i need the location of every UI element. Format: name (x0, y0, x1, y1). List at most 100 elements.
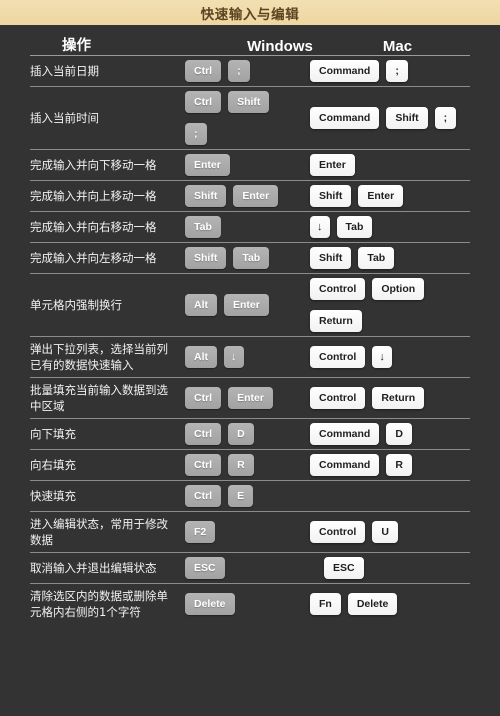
mac-shortcut-cell: Control ↓ (310, 346, 470, 368)
keycap: Control (310, 346, 366, 368)
table-row: 向右填充 Ctrl R Command R (30, 449, 470, 480)
keycap: Enter (224, 294, 269, 316)
windows-shortcut-cell: Alt ↓ (185, 346, 310, 368)
table-row: 插入当前日期 Ctrl; Command; (30, 55, 470, 86)
keycap: Ctrl (185, 387, 222, 409)
keycap: Shift (185, 185, 227, 207)
keycap: Enter (185, 154, 230, 176)
keycap: Ctrl (185, 91, 222, 113)
table-row: 完成输入并向上移动一格 Shift Enter Shift Enter (30, 180, 470, 211)
windows-shortcut-cell: Ctrl Shift; (185, 91, 310, 145)
keycap: Shift (228, 91, 270, 113)
keycap: Shift (386, 107, 428, 129)
table-row: 完成输入并向右移动一格 Tab ↓ Tab (30, 211, 470, 242)
keycap: Enter (233, 185, 279, 207)
keycap: D (228, 423, 254, 445)
windows-shortcut-cell: Enter (185, 154, 310, 176)
windows-shortcut-cell: Shift Tab (185, 247, 310, 269)
mac-shortcut-cell: Shift Enter (310, 185, 470, 207)
page-title: 快速输入与编辑 (200, 6, 300, 23)
table-column-headers: 操作 Windows Mac (0, 25, 500, 55)
keycap: Shift (185, 247, 227, 269)
windows-shortcut-cell: Alt Enter (185, 294, 310, 316)
operation-label: 完成输入并向上移动一格 (30, 189, 157, 203)
mac-shortcut-cell: Control Option Return (310, 278, 470, 332)
shortcut-table: 操作 Windows Mac 插入当前日期 Ctrl; Command; 插入当前时间… (0, 25, 500, 716)
keycap: R (228, 454, 254, 476)
mac-shortcut-cell: Command; (310, 60, 470, 82)
table-row: 向下填充 Ctrl D Command D (30, 418, 470, 449)
operation-label: 插入当前时间 (30, 111, 99, 125)
mac-shortcut-cell: Enter (310, 154, 470, 176)
windows-shortcut-cell: Shift Enter (185, 185, 310, 207)
keycap: ESC (324, 557, 364, 579)
mac-shortcut-cell: Fn Delete (310, 593, 470, 615)
arrow-down-icon: ↓ (372, 346, 392, 368)
mac-shortcut-cell: Command R (310, 454, 470, 476)
windows-shortcut-cell: Delete (185, 593, 310, 615)
keycap: F2 (185, 521, 216, 543)
table-row: 完成输入并向下移动一格 Enter Enter (30, 149, 470, 180)
shortcut-cheatsheet-page: 快速输入与编辑 操作 Windows Mac 插入当前日期 Ctrl; Comman… (0, 0, 500, 716)
keycap: Alt (185, 346, 217, 368)
table-row: 批量填充当前输入数据到选中区域 Ctrl Enter Control Return (30, 377, 470, 418)
keycap: Tab (336, 216, 373, 238)
windows-shortcut-cell: Ctrl Enter (185, 387, 310, 409)
keycap: Tab (233, 247, 270, 269)
table-body: 插入当前日期 Ctrl; Command; 插入当前时间 Ctrl Shift; Comma… (0, 55, 500, 716)
keycap: Ctrl (185, 423, 222, 445)
keycap: Command (310, 107, 380, 129)
keycap: D (386, 423, 412, 445)
arrow-down-icon: ↓ (310, 216, 330, 238)
operation-label: 插入当前日期 (30, 64, 99, 78)
arrow-down-icon: ↓ (224, 346, 244, 368)
windows-shortcut-cell: Ctrl E (185, 485, 310, 507)
table-row: 完成输入并向左移动一格 Shift Tab Shift Tab (30, 242, 470, 273)
keycap: Ctrl (185, 454, 222, 476)
keycap: Return (310, 310, 362, 332)
table-row: 单元格内强制换行 Alt Enter Control Option Return (30, 273, 470, 336)
keycap: ESC (185, 557, 225, 579)
keycap: Enter (310, 154, 355, 176)
keycap: ; (228, 60, 250, 82)
operation-label: 完成输入并向下移动一格 (30, 158, 157, 172)
windows-shortcut-cell: Ctrl D (185, 423, 310, 445)
column-header-windows: Windows (247, 38, 313, 55)
keycap: Delete (185, 593, 235, 615)
keycap: Control (310, 387, 366, 409)
keycap: Command (310, 423, 380, 445)
windows-shortcut-cell: ESC (185, 557, 310, 579)
operation-label: 取消输入并退出编辑状态 (30, 561, 157, 575)
keycap: Tab (185, 216, 221, 238)
keycap: R (386, 454, 412, 476)
operation-label: 快速填充 (30, 489, 76, 503)
table-row: 插入当前时间 Ctrl Shift; Command Shift; (30, 86, 470, 149)
mac-shortcut-cell: Control Return (310, 387, 470, 409)
keycap: Control (310, 521, 366, 543)
column-header-mac: Mac (382, 38, 413, 55)
mac-shortcut-cell: Command Shift; (310, 107, 470, 129)
mac-shortcut-cell: Command D (310, 423, 470, 445)
keycap: Shift (310, 185, 352, 207)
windows-shortcut-cell: Ctrl R (185, 454, 310, 476)
keycap: Ctrl (185, 60, 222, 82)
keycap: Option (372, 278, 425, 300)
mac-shortcut-cell: ESC (310, 557, 470, 579)
keycap: Alt (185, 294, 217, 316)
table-row: 清除选区内的数据或删除单元格内右侧的1个字符 Delete Fn Delete (30, 583, 470, 624)
table-row: 进入编辑状态，常用于修改数据 F2 Control U (30, 511, 470, 552)
operation-label: 弹出下拉列表，选择当前列已有的数据快速输入 (30, 342, 168, 372)
table-row: 弹出下拉列表，选择当前列已有的数据快速输入 Alt ↓ Control ↓ (30, 336, 470, 377)
keycap: Ctrl (185, 485, 222, 507)
keycap: Command (310, 454, 380, 476)
table-row: 快速填充 Ctrl E (30, 480, 470, 511)
keycap: Enter (358, 185, 404, 207)
operation-label: 批量填充当前输入数据到选中区域 (30, 383, 168, 413)
keycap: ; (386, 60, 408, 82)
keycap: Tab (358, 247, 395, 269)
windows-shortcut-cell: Tab (185, 216, 310, 238)
column-header-operation: 操作 (62, 38, 91, 54)
keycap: Enter (228, 387, 273, 409)
operation-label: 完成输入并向右移动一格 (30, 220, 157, 234)
operation-label: 向右填充 (30, 458, 76, 472)
